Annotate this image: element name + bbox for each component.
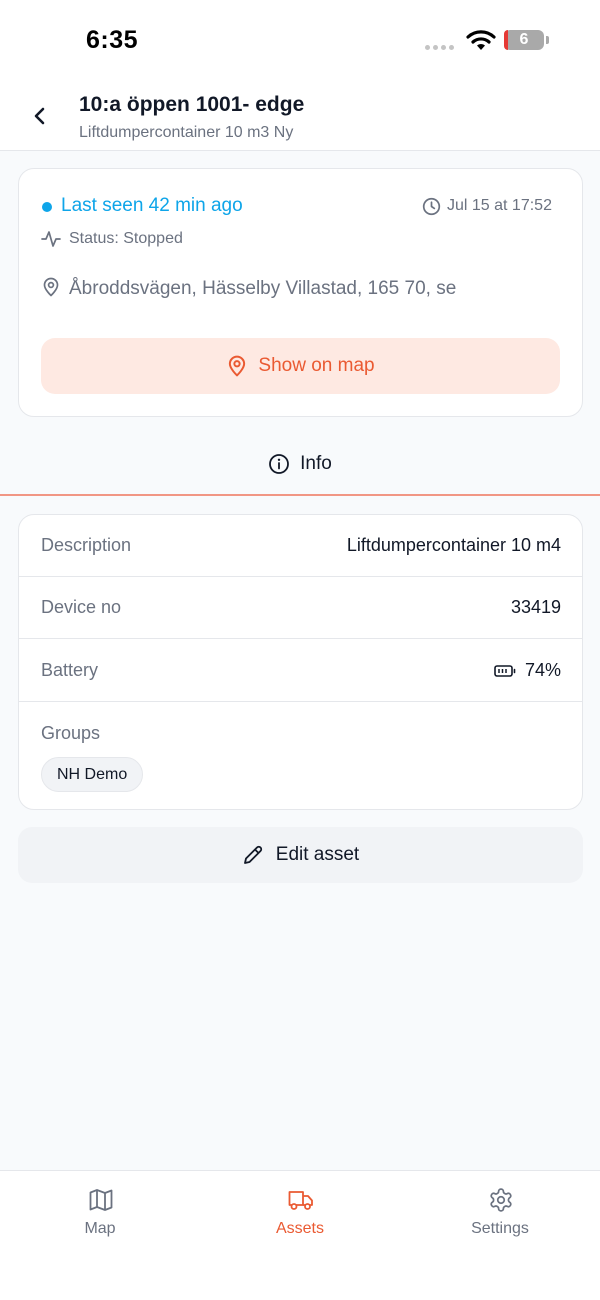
status-time: 6:35	[86, 26, 139, 54]
status-card: Last seen 42 min ago Jul 15 at 17:52 Sta…	[18, 168, 583, 417]
battery-cap	[546, 36, 549, 44]
show-on-map-button[interactable]: Show on map	[41, 338, 560, 394]
location-pin-icon	[43, 277, 59, 297]
gear-icon	[490, 1188, 512, 1212]
description-value: Liftdumpercontainer 10 m4	[346, 535, 561, 555]
device-no-value: 33419	[510, 597, 561, 617]
activity-icon	[41, 231, 61, 247]
pencil-icon	[243, 845, 262, 864]
nav-settings[interactable]: Settings	[400, 1171, 600, 1261]
chevron-left-icon[interactable]	[26, 102, 54, 130]
status-bar: 6:35 6	[0, 0, 600, 80]
truck-icon	[288, 1191, 313, 1210]
battery-icon	[494, 664, 516, 677]
groups-label: Groups	[41, 723, 101, 743]
description-row: Description Liftdumpercontainer 10 m4	[19, 515, 582, 577]
description-label: Description	[41, 535, 132, 555]
edit-asset-button[interactable]: Edit asset	[18, 827, 583, 883]
last-seen-timestamp: Jul 15 at 17:52	[447, 197, 552, 214]
battery-value: 74%	[524, 660, 561, 680]
clock-icon	[422, 197, 441, 216]
battery-label: Battery	[41, 660, 99, 680]
wifi-icon	[466, 30, 496, 50]
group-chip[interactable]: NH Demo	[41, 757, 144, 792]
nav-map-label: Map	[84, 1220, 116, 1237]
address-text: Åbroddsvägen, Hässelby Villastad, 165 70…	[69, 278, 457, 299]
last-seen-text: Last seen 42 min ago	[61, 195, 243, 216]
tab-info[interactable]: Info	[0, 434, 600, 496]
page-header: 10:a öppen 1001- edge Liftdumpercontaine…	[0, 80, 600, 151]
show-on-map-label: Show on map	[258, 355, 375, 376]
nav-assets[interactable]: Assets	[200, 1171, 400, 1261]
battery-row: Battery 74%	[19, 640, 582, 702]
page-title: 10:a öppen 1001- edge	[79, 93, 305, 116]
battery-value-group: 74%	[494, 660, 561, 681]
map-icon	[89, 1189, 113, 1211]
online-dot-icon	[42, 202, 52, 212]
device-no-row: Device no 33419	[19, 577, 582, 639]
edit-asset-label: Edit asset	[275, 844, 360, 865]
page-subtitle: Liftdumpercontainer 10 m3 Ny	[79, 124, 294, 141]
info-icon	[269, 454, 290, 474]
battery-indicator: 6	[504, 30, 544, 50]
location-pin-icon	[229, 355, 246, 377]
nav-assets-label: Assets	[275, 1220, 324, 1237]
info-card: Description Liftdumpercontainer 10 m4 De…	[18, 514, 583, 810]
battery-level: 6	[519, 31, 529, 48]
nav-map[interactable]: Map	[0, 1171, 200, 1261]
status-text: Status: Stopped	[69, 230, 183, 247]
cellular-signal-icon	[425, 45, 454, 50]
bottom-navigation: Map Assets Settings	[0, 1170, 600, 1300]
nav-settings-label: Settings	[471, 1220, 529, 1237]
device-no-label: Device no	[41, 597, 122, 617]
tab-info-label: Info	[300, 453, 332, 474]
